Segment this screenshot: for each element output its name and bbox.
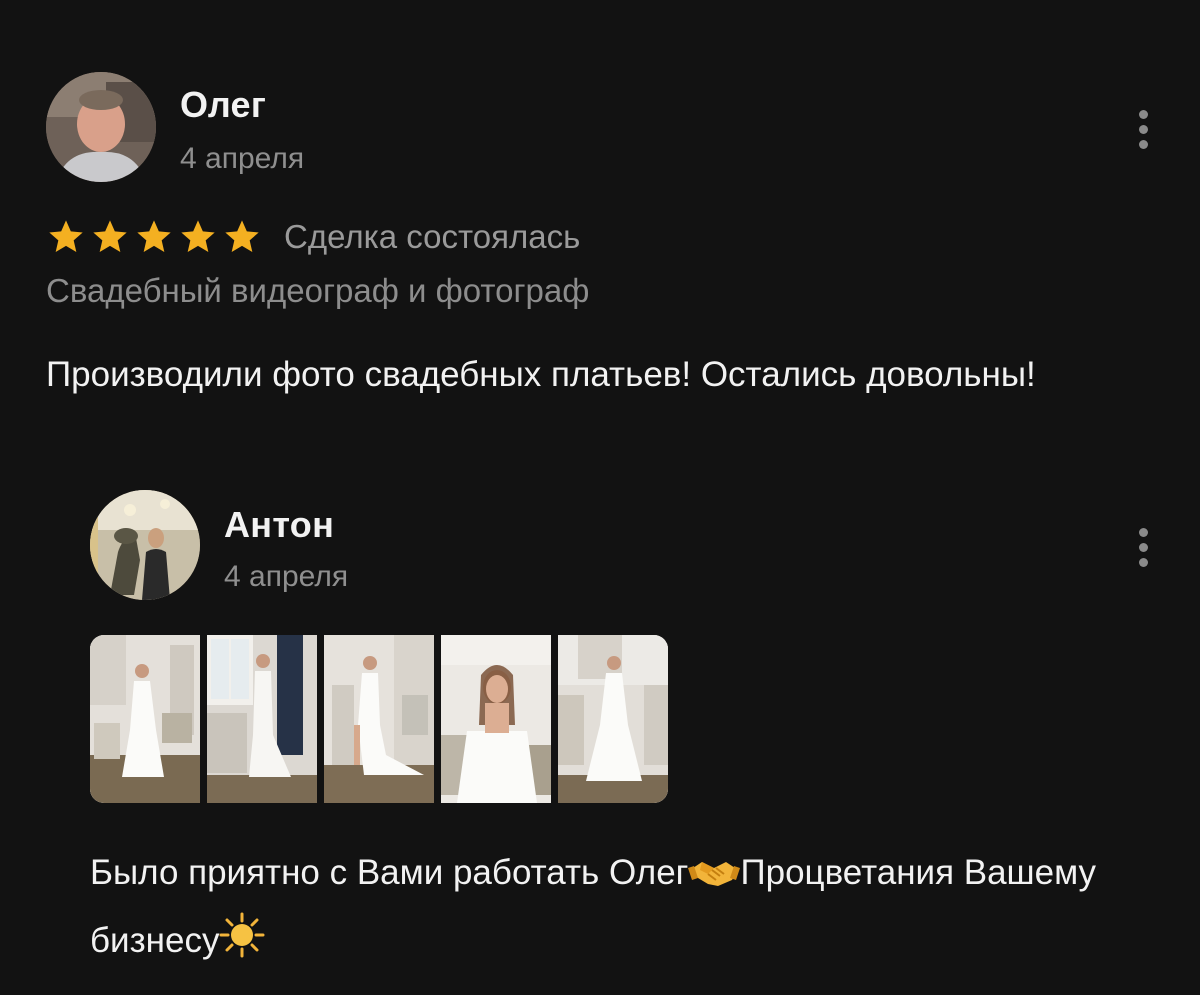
photo-image: [558, 635, 668, 803]
gallery-photo[interactable]: [324, 635, 434, 803]
more-options-icon: [1138, 109, 1148, 119]
photo-image: [207, 635, 317, 803]
star-icon: [137, 220, 171, 252]
sun-icon: [219, 912, 265, 978]
more-options-button[interactable]: [1130, 104, 1156, 154]
avatar[interactable]: [90, 490, 200, 600]
gallery-photo[interactable]: [441, 635, 551, 803]
rating-row: Сделка состоялась: [46, 212, 580, 262]
reply-text-part1: Было приятно с Вами работать Олег: [90, 853, 689, 892]
star-icon: [225, 220, 259, 252]
author-name[interactable]: Антон: [224, 504, 334, 546]
author-name[interactable]: Олег: [180, 84, 266, 126]
star-icon: [181, 220, 215, 252]
more-options-button[interactable]: [1130, 522, 1156, 572]
more-options-icon-dot: [1138, 139, 1148, 149]
photo-image: [441, 635, 551, 803]
reply-text: Было приятно с Вами работать Олег Процвет…: [90, 842, 1156, 978]
photo-gallery: [90, 635, 668, 803]
avatar-photo: [46, 72, 156, 182]
avatar-photo: [90, 490, 200, 600]
handshake-icon: [688, 848, 741, 910]
review-card: Олег 4 апреля Сделка состоялась Свадебны…: [46, 72, 1156, 394]
photo-image: [324, 635, 434, 803]
review-author-row: Олег 4 апреля: [46, 72, 1156, 184]
service-name[interactable]: Свадебный видеограф и фотограф: [46, 272, 589, 310]
gallery-photo[interactable]: [207, 635, 317, 803]
more-options-icon: [1138, 527, 1148, 537]
star-icon: [49, 220, 83, 252]
more-options-icon-dot: [1138, 542, 1148, 552]
review-text: Производили фото свадебных платьев! Оста…: [46, 355, 1036, 394]
avatar[interactable]: [46, 72, 156, 182]
more-options-icon-dot: [1138, 124, 1148, 134]
star-icon: [93, 220, 127, 252]
star-rating: [46, 217, 262, 257]
reply-date: 4 апреля: [224, 560, 349, 593]
deal-status: Сделка состоялась: [284, 218, 581, 255]
reviews-page: Олег 4 апреля Сделка состоялась Свадебны…: [0, 0, 1200, 995]
reply-author-row: Антон 4 апреля: [90, 490, 1156, 602]
review-date: 4 апреля: [180, 142, 305, 175]
gallery-photo[interactable]: [90, 635, 200, 803]
more-options-icon-dot: [1138, 557, 1148, 567]
reply-card: Антон 4 апреля Было приятно с Вами работ…: [90, 490, 1156, 960]
photo-image: [90, 635, 200, 803]
gallery-photo[interactable]: [558, 635, 668, 803]
